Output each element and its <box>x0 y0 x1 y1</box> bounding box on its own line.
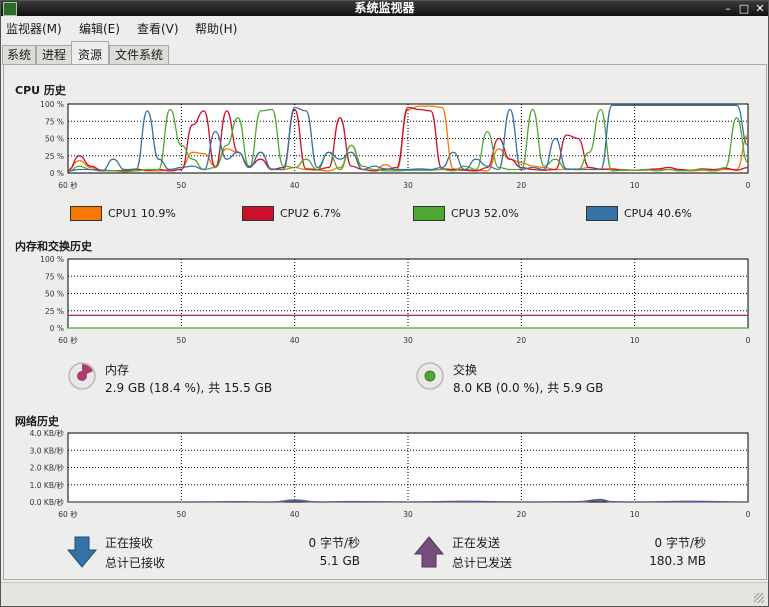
cpu-y-tick-label: 25 % <box>45 152 64 161</box>
cpu3-color-swatch[interactable] <box>413 206 445 221</box>
memory-x-tick-label: 30 <box>403 336 413 345</box>
title-bar[interactable]: 系统监视器 – □ ✕ <box>1 1 768 16</box>
menu-monitor[interactable]: 监视器(M) <box>6 20 62 37</box>
resources-panel: CPU 历史 100 % 75 % 50 % 25 % 0 % 60 秒 50 40 30 20 1… <box>3 64 767 580</box>
network-x-tick-label: 30 <box>403 510 413 519</box>
upload-arrow-icon <box>413 536 445 568</box>
network-x-tick-label: 50 <box>177 510 187 519</box>
menu-bar: 监视器(M) 编辑(E) 查看(V) 帮助(H) <box>1 17 768 39</box>
window-title: 系统监视器 <box>354 1 415 15</box>
network-history-heading: 网络历史 <box>15 415 59 428</box>
receiving-label: 正在接收 <box>105 536 154 550</box>
network-y-tick-label: 4.0 KB/秒 <box>30 428 65 438</box>
network-history-graph: 4.0 KB/秒 3.0 KB/秒 2.0 KB/秒 1.0 KB/秒 0.0 KB/秒… <box>30 428 751 519</box>
sending-rate: 0 字节/秒 <box>654 536 707 550</box>
network-y-tick-label: 0.0 KB/秒 <box>30 497 65 507</box>
cpu-y-tick-label: 0 % <box>50 169 64 178</box>
swap-label: 交换 <box>453 363 478 377</box>
network-y-tick-label: 3.0 KB/秒 <box>30 445 65 455</box>
network-x-tick-label: 0 <box>746 510 751 519</box>
memory-x-tick-label: 10 <box>630 336 640 345</box>
sending-label: 正在发送 <box>452 536 501 550</box>
total-sent-label: 总计已发送 <box>452 556 513 570</box>
memory-y-tick-label: 75 % <box>45 272 64 281</box>
network-x-tick-label: 40 <box>290 510 300 519</box>
cpu4-value: 40.6% <box>656 207 692 220</box>
cpu1-color-swatch[interactable] <box>70 206 102 221</box>
cpu2-color-swatch[interactable] <box>242 206 274 221</box>
cpu-y-tick-label: 75 % <box>45 117 64 126</box>
memory-y-tick-label: 25 % <box>45 307 64 316</box>
resize-grip[interactable] <box>754 593 764 603</box>
network-y-tick-label: 2.0 KB/秒 <box>30 463 65 473</box>
tab-bar: 系统 进程 资源 文件系统 <box>1 41 768 66</box>
cpu-y-tick-label: 50 % <box>45 135 64 144</box>
receiving-rate: 0 字节/秒 <box>308 536 361 550</box>
menu-help[interactable]: 帮助(H) <box>195 20 237 37</box>
tab-system[interactable]: 系统 <box>2 45 36 65</box>
cpu-history-heading: CPU 历史 <box>15 84 66 97</box>
total-received-label: 总计已接收 <box>105 556 166 570</box>
memory-history-heading: 内存和交换历史 <box>15 240 92 253</box>
swap-pie-icon[interactable] <box>415 361 445 391</box>
cpu2-label: CPU2 <box>280 207 310 220</box>
memory-x-tick-label: 50 <box>177 336 187 345</box>
cpu-x-tick-label: 20 <box>517 181 527 190</box>
memory-x-tick-label: 60 秒 <box>58 335 78 345</box>
cpu-x-tick-label: 10 <box>630 181 640 190</box>
network-x-tick-label: 20 <box>517 510 527 519</box>
memory-y-tick-label: 50 % <box>45 290 64 299</box>
memory-history-graph: 100 % 75 % 50 % 25 % 0 % 60 秒 50 40 30 20 10 0 <box>40 255 751 345</box>
cpu-history-graph: 100 % 75 % 50 % 25 % 0 % 60 秒 50 40 30 20 10 0 <box>40 100 751 190</box>
cpu4-label: CPU4 <box>624 207 654 220</box>
cpu-x-tick-label: 0 <box>746 181 751 190</box>
tab-resources[interactable]: 资源 <box>71 41 109 66</box>
tab-filesystems[interactable]: 文件系统 <box>109 45 169 65</box>
memory-y-tick-label: 100 % <box>40 255 64 264</box>
download-arrow-icon <box>66 536 98 568</box>
cpu2-value: 6.7% <box>312 207 341 220</box>
cpu4-color-swatch[interactable] <box>586 206 618 221</box>
system-monitor-window: 系统监视器 – □ ✕ 监视器(M) 编辑(E) 查看(V) 帮助(H) 系统 … <box>0 0 769 607</box>
cpu3-value: 52.0% <box>483 207 519 220</box>
status-bar <box>1 582 768 606</box>
maximize-icon[interactable]: □ <box>736 1 752 16</box>
memory-pie-icon[interactable] <box>67 361 97 391</box>
close-icon[interactable]: ✕ <box>752 1 768 16</box>
memory-y-tick-label: 0 % <box>50 324 64 333</box>
network-y-tick-label: 1.0 KB/秒 <box>30 480 65 490</box>
cpu1-label: CPU1 <box>108 207 138 220</box>
total-sent-value: 180.3 MB <box>649 554 706 568</box>
menu-view[interactable]: 查看(V) <box>137 20 179 37</box>
cpu1-value: 10.9% <box>140 207 176 220</box>
minimize-icon[interactable]: – <box>720 1 736 16</box>
menu-edit[interactable]: 编辑(E) <box>79 20 120 37</box>
network-x-tick-label: 10 <box>630 510 640 519</box>
swap-value: 8.0 KB (0.0 %), 共 5.9 GB <box>453 381 604 395</box>
memory-x-tick-label: 20 <box>517 336 527 345</box>
cpu-x-tick-label: 60 秒 <box>58 180 78 190</box>
memory-x-tick-label: 0 <box>746 336 751 345</box>
cpu-y-tick-label: 100 % <box>40 100 64 109</box>
total-received-value: 5.1 GB <box>319 554 360 568</box>
cpu-x-tick-label: 30 <box>403 181 413 190</box>
cpu3-label: CPU3 <box>451 207 481 220</box>
cpu-x-tick-label: 40 <box>290 181 300 190</box>
memory-x-tick-label: 40 <box>290 336 300 345</box>
tab-processes[interactable]: 进程 <box>36 45 72 65</box>
memory-value: 2.9 GB (18.4 %), 共 15.5 GB <box>105 381 273 395</box>
memory-label: 内存 <box>105 363 130 377</box>
cpu-x-tick-label: 50 <box>177 181 187 190</box>
network-x-tick-label: 60 秒 <box>58 509 78 519</box>
